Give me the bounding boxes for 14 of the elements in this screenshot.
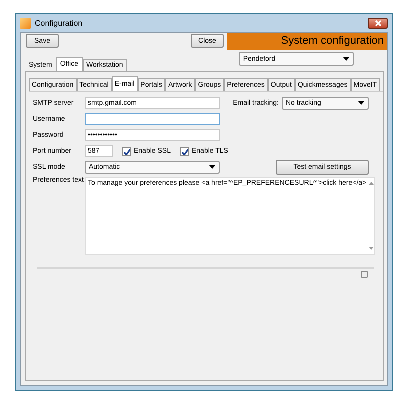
checkbox[interactable] (361, 271, 368, 278)
caret-icon (209, 165, 216, 169)
checkbox[interactable] (180, 146, 189, 156)
app-icon (20, 18, 31, 28)
caret-icon (343, 57, 350, 61)
scroll-up-arrow-icon[interactable] (369, 182, 374, 185)
text-field[interactable] (85, 113, 220, 125)
caret-icon (358, 101, 365, 105)
scroll-down-arrow-icon[interactable] (369, 247, 374, 250)
checkbox[interactable] (122, 146, 131, 156)
window-title: Configuration (35, 18, 84, 28)
close-button[interactable] (368, 18, 388, 28)
banner-title: System configuration (227, 33, 387, 50)
close-icon (374, 20, 382, 26)
